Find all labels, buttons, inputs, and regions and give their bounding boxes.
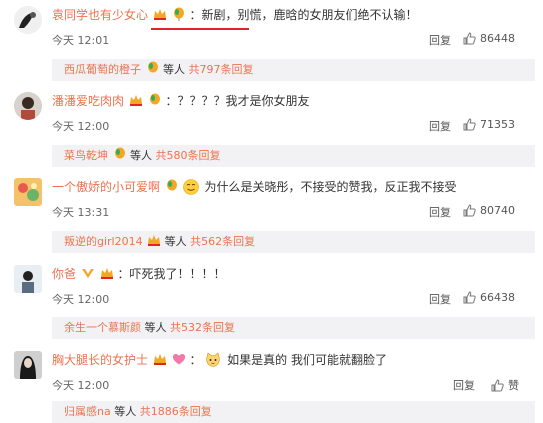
reply-button[interactable]: 回复 <box>453 377 475 393</box>
thumbs-up-icon <box>463 204 476 217</box>
comment-time: 今天 13:31 <box>52 206 110 219</box>
comment-time: 今天 12:00 <box>52 293 110 306</box>
comment-username[interactable]: 潘潘爱吃肉肉 <box>52 94 124 108</box>
reply-summary[interactable]: 叛逆的girl2014 等人 共562条回复 <box>52 231 535 253</box>
avatar[interactable] <box>14 6 42 34</box>
avatar[interactable] <box>14 351 42 379</box>
reply-summary[interactable]: 菜鸟乾坤 等人 共580条回复 <box>52 145 535 167</box>
reply-count[interactable]: 共1886条回复 <box>140 405 212 418</box>
reply-summary[interactable]: 余生一个慕斯颜 等人 共532条回复 <box>52 317 535 339</box>
balloon-badge-icon <box>166 179 177 191</box>
like-button[interactable]: 71353 <box>463 118 535 131</box>
balloon-badge-icon <box>173 7 184 21</box>
heart-badge-icon <box>172 354 185 365</box>
reply-button[interactable]: 回复 <box>429 118 451 134</box>
like-button[interactable]: 66438 <box>463 291 535 304</box>
cat-emoji-icon <box>206 352 220 367</box>
red-underline <box>151 28 249 30</box>
reply-count[interactable]: 共532条回复 <box>170 321 235 334</box>
avatar[interactable] <box>14 92 42 120</box>
balloon-badge-icon <box>114 147 125 159</box>
thumbs-up-icon <box>463 32 476 45</box>
reply-summary[interactable]: 西瓜葡萄的橙子 等人 共797条回复 <box>52 59 535 81</box>
crown-badge-icon <box>148 235 161 246</box>
reply-joiner: 等人 <box>144 321 167 334</box>
thumbs-up-icon <box>491 379 504 392</box>
comment-text: ：新剧，别慌，鹿晗的女朋友们绝不认输！ <box>189 8 418 22</box>
reply-username[interactable]: 菜鸟乾坤 <box>64 149 108 162</box>
comment-username[interactable]: 袁同学也有少女心 <box>52 8 148 22</box>
like-count: 71353 <box>480 118 515 131</box>
avatar[interactable] <box>14 178 42 206</box>
smile-emoji-icon <box>182 179 199 195</box>
balloon-badge-icon <box>149 93 160 105</box>
reply-count[interactable]: 共797条回复 <box>189 63 254 76</box>
reply-username[interactable]: 归属感na <box>64 405 111 418</box>
thumbs-up-icon <box>463 118 476 131</box>
like-count: 86448 <box>480 32 515 45</box>
reply-joiner: 等人 <box>163 63 185 76</box>
comment-text: ：？？？？我才是你女朋友 <box>165 94 310 108</box>
balloon-badge-icon <box>147 61 158 73</box>
comment-username[interactable]: 一个傲娇的小可爱啊 <box>52 180 160 194</box>
crown-badge-icon <box>129 95 142 106</box>
crown-badge-icon <box>153 9 166 20</box>
reply-username[interactable]: 叛逆的girl2014 <box>64 235 143 248</box>
crown-badge-icon <box>100 268 113 279</box>
reply-button[interactable]: 回复 <box>429 204 451 220</box>
crown-badge-icon <box>153 354 166 365</box>
comment-time: 今天 12:00 <box>52 120 110 133</box>
like-count: 80740 <box>480 204 515 217</box>
comment-time: 今天 12:01 <box>52 34 110 47</box>
like-label: 赞 <box>508 379 519 392</box>
comment-text: 为什么是关晓彤，不接受的赞我，反正我不接受 <box>204 180 457 194</box>
thumbs-up-icon <box>463 291 476 304</box>
heart-badge-icon <box>81 269 94 278</box>
comment-username[interactable]: 你爸 <box>52 267 76 281</box>
reply-joiner: 等人 <box>164 235 187 248</box>
reply-username[interactable]: 西瓜葡萄的橙子 <box>64 63 141 76</box>
comment-username[interactable]: 胸大腿长的女护士 <box>52 353 148 367</box>
comment-list: 袁同学也有少女心 ：新剧，别慌，鹿晗的女朋友们绝不认输！ 今天 12:01 回复… <box>0 0 543 423</box>
like-button[interactable]: 80740 <box>463 204 535 217</box>
comment-text: ：吓死我了！！！！ <box>117 267 226 281</box>
comment-text: 如果是真的 我们可能就翻脸了 <box>227 353 387 367</box>
like-button[interactable]: 赞 <box>491 377 535 393</box>
comment-time: 今天 12:00 <box>52 379 110 392</box>
like-count: 66438 <box>480 291 515 304</box>
reply-summary[interactable]: 归属感na 等人 共1886条回复 <box>52 401 535 423</box>
reply-count[interactable]: 共580条回复 <box>156 149 221 162</box>
reply-joiner: 等人 <box>114 405 137 418</box>
like-button[interactable]: 86448 <box>463 32 535 45</box>
reply-joiner: 等人 <box>130 149 152 162</box>
reply-count[interactable]: 共562条回复 <box>190 235 255 248</box>
reply-button[interactable]: 回复 <box>429 32 451 48</box>
avatar[interactable] <box>14 265 42 293</box>
reply-button[interactable]: 回复 <box>429 291 451 307</box>
reply-username[interactable]: 余生一个慕斯颜 <box>64 321 141 334</box>
